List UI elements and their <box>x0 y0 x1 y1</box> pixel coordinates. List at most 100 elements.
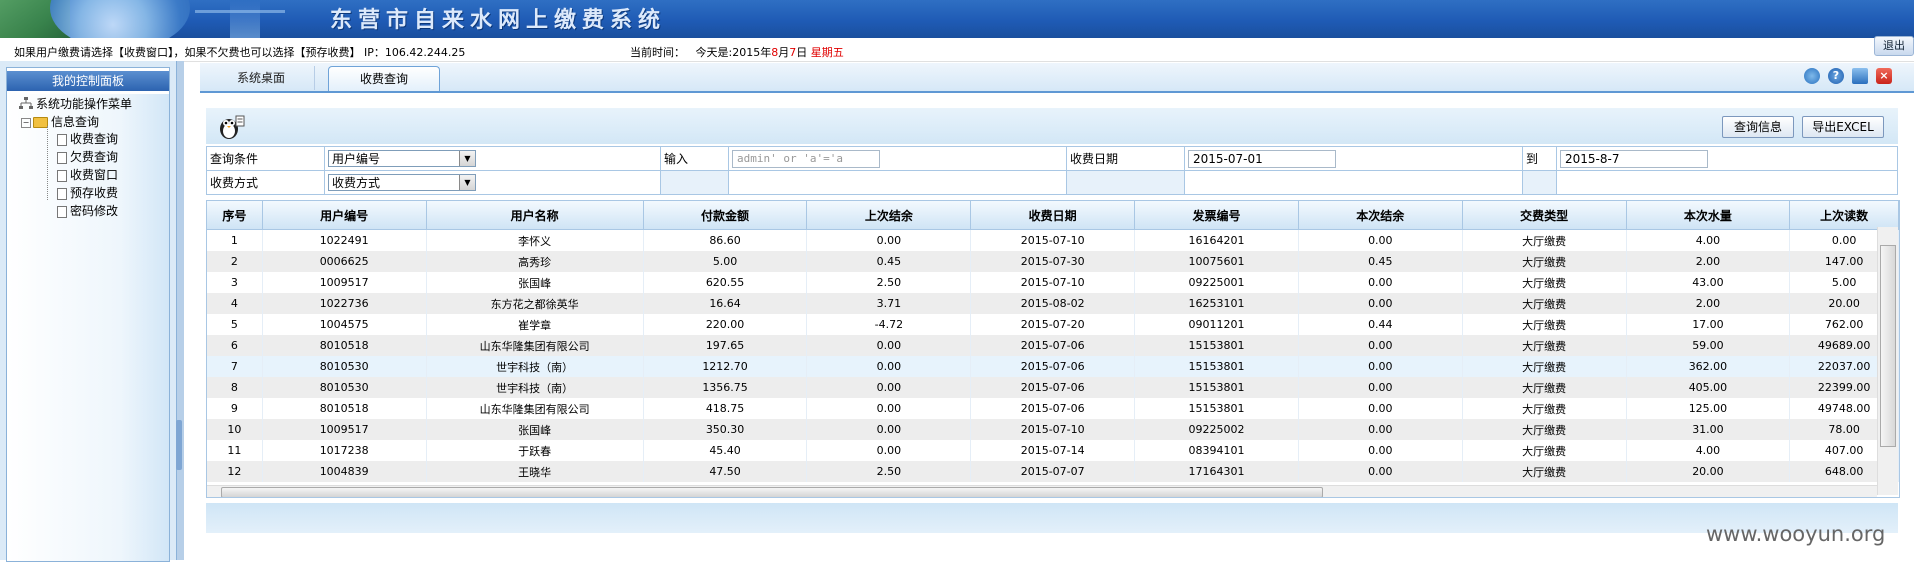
table-cell: 世宇科技（南） <box>426 377 644 398</box>
notice-text: 如果用户缴费请选择【收费窗口】，如果不欠费也可以选择【预存收费】 IP：106.… <box>14 46 466 59</box>
column-header[interactable]: 付款金额 <box>643 201 808 230</box>
collapse-icon[interactable]: − <box>21 117 31 128</box>
table-cell: 世宇科技（南） <box>426 356 644 377</box>
panel-splitter[interactable] <box>176 61 184 560</box>
table-cell: 0.00 <box>806 356 972 377</box>
column-header[interactable]: 本次水量 <box>1626 201 1791 230</box>
table-cell: 2015-07-10 <box>970 419 1136 440</box>
table-cell: 2015-07-10 <box>970 229 1136 251</box>
table-cell: 11 <box>207 440 263 461</box>
table-header-row: 序号 用户编号 用户名称 付款金额 上次结余 收费日期 发票编号 本次结余 交费类型 本次水量 上次… <box>207 201 1899 230</box>
table-row[interactable]: 8 8010530 世宇科技（南） 1356.75 0.00 2015-07-06 1515… <box>207 377 1899 398</box>
tab-system-desktop[interactable]: 系统桌面 <box>208 66 315 90</box>
menu-folder-info-query[interactable]: − 信息查询 <box>21 113 99 130</box>
sidebar-item-fee-window[interactable]: 收费窗口 <box>57 166 118 183</box>
table-cell: 45.40 <box>643 440 808 461</box>
method-label: 收费方式 <box>206 170 325 195</box>
to-label: 到 <box>1522 146 1557 171</box>
search-input[interactable]: admin' or 'a'='a <box>732 149 880 168</box>
chevron-down-icon[interactable]: ▼ <box>459 175 475 190</box>
sidebar-item-change-password[interactable]: 密码修改 <box>57 202 118 219</box>
table-cell: 17.00 <box>1626 314 1791 335</box>
tab-fee-query[interactable]: 收费查询 <box>328 66 440 91</box>
table-row[interactable]: 9 8010518 山东华隆集团有限公司 418.75 0.00 2015-07-06 15… <box>207 398 1899 419</box>
column-header[interactable]: 交费类型 <box>1462 201 1627 230</box>
column-header[interactable]: 本次结余 <box>1298 201 1463 230</box>
table-row[interactable]: 4 1022736 东方花之都徐英华 16.64 3.71 2015-08-02 16253… <box>207 293 1899 314</box>
table-row[interactable]: 6 8010518 山东华隆集团有限公司 197.65 0.00 2015-07-06 15… <box>207 335 1899 356</box>
table-cell: 1004575 <box>262 314 427 335</box>
scroll-thumb[interactable] <box>1880 245 1896 447</box>
table-row[interactable]: 12 1004839 王晓华 47.50 2.50 2015-07-07 17164301 0… <box>207 461 1899 482</box>
table-cell: 0.00 <box>1298 440 1463 461</box>
column-header[interactable]: 用户编号 <box>262 201 427 230</box>
table-cell: 大厅缴费 <box>1462 461 1627 482</box>
table-cell: 大厅缴费 <box>1462 229 1627 251</box>
sidebar-item-arrears-query[interactable]: 欠费查询 <box>57 148 118 165</box>
table-row[interactable]: 3 1009517 张国峰 620.55 2.50 2015-07-10 09225001 0… <box>207 272 1899 293</box>
document-icon <box>57 169 67 182</box>
vertical-scrollbar[interactable] <box>1877 227 1898 495</box>
table-cell: -4.72 <box>806 314 972 335</box>
column-header[interactable]: 序号 <box>207 201 263 230</box>
condition-select[interactable]: 用户编号 ▼ <box>328 150 476 167</box>
column-header[interactable]: 用户名称 <box>426 201 644 230</box>
table-row[interactable]: 11 1017238 于跃春 45.40 0.00 2015-07-14 08394101 0… <box>207 440 1899 461</box>
sidebar-item-prepaid-fee[interactable]: 预存收费 <box>57 184 118 201</box>
table-row[interactable]: 5 1004575 崔学章 220.00 -4.72 2015-07-20 09011201… <box>207 314 1899 335</box>
method-select[interactable]: 收费方式 ▼ <box>328 174 476 191</box>
logout-button[interactable]: 退出 <box>1874 36 1914 56</box>
table-cell: 197.65 <box>643 335 808 356</box>
table-row[interactable]: 7 8010530 世宇科技（南） 1212.70 0.00 2015-07-06 1515… <box>207 356 1899 377</box>
sidebar-item-label: 欠费查询 <box>70 150 119 164</box>
mascot-icon <box>216 112 246 140</box>
table-cell: 1004839 <box>262 461 427 482</box>
date-from-input[interactable]: 2015-07-01 <box>1188 149 1336 168</box>
table-row[interactable]: 1 1022491 李怀义 86.60 0.00 2015-07-10 16164201 0.… <box>207 229 1899 251</box>
column-header[interactable]: 发票编号 <box>1134 201 1299 230</box>
table-cell: 山东华隆集团有限公司 <box>426 335 644 356</box>
empty-cell <box>660 170 729 195</box>
horizontal-scrollbar[interactable] <box>207 485 1877 497</box>
table-cell: 8010530 <box>262 356 427 377</box>
column-header[interactable]: 上次结余 <box>806 201 972 230</box>
table-row[interactable]: 10 1009517 张国峰 350.30 0.00 2015-07-10 09225002… <box>207 419 1899 440</box>
table-row[interactable]: 2 0006625 高秀珍 5.00 0.45 2015-07-30 10075601 0.4… <box>207 251 1899 272</box>
table-cell: 20.00 <box>1626 461 1791 482</box>
folder-open-icon <box>33 117 48 128</box>
table-cell: 08394101 <box>1134 440 1299 461</box>
date-to-input[interactable]: 2015-8-7 <box>1560 149 1708 168</box>
empty-cell <box>728 170 1067 195</box>
condition-select-value: 用户编号 <box>332 152 381 166</box>
table-cell: 10075601 <box>1134 251 1299 272</box>
table-cell: 5.00 <box>643 251 808 272</box>
table-cell: 2015-07-07 <box>970 461 1136 482</box>
table-cell: 大厅缴费 <box>1462 335 1627 356</box>
table-cell: 2015-07-14 <box>970 440 1136 461</box>
scroll-thumb[interactable] <box>221 487 1323 497</box>
toolbar: 查询信息 导出EXCEL <box>206 108 1898 144</box>
column-header[interactable]: 上次读数 <box>1789 201 1899 230</box>
splitter-toggle-handle[interactable] <box>176 420 182 470</box>
menu-root[interactable]: 系统功能操作菜单 <box>19 95 132 112</box>
table-cell: 大厅缴费 <box>1462 356 1627 377</box>
maximize-icon[interactable] <box>1852 68 1868 84</box>
table-cell: 47.50 <box>643 461 808 482</box>
close-icon[interactable]: × <box>1876 68 1892 84</box>
query-button[interactable]: 查询信息 <box>1722 116 1794 138</box>
refresh-icon[interactable] <box>1804 68 1820 84</box>
results-grid: 序号 用户编号 用户名称 付款金额 上次结余 收费日期 发票编号 本次结余 交费类型 本次水量 上次… <box>206 200 1900 498</box>
sidebar-item-fee-query[interactable]: 收费查询 <box>57 130 118 147</box>
table-cell: 0.00 <box>1298 419 1463 440</box>
table-cell: 09225001 <box>1134 272 1299 293</box>
export-excel-button[interactable]: 导出EXCEL <box>1802 116 1884 138</box>
condition-label: 查询条件 <box>206 146 325 171</box>
table-cell: 16164201 <box>1134 229 1299 251</box>
chevron-down-icon[interactable]: ▼ <box>459 151 475 166</box>
table-cell: 2015-07-06 <box>970 377 1136 398</box>
column-header[interactable]: 收费日期 <box>970 201 1136 230</box>
table-cell: 0.00 <box>1298 272 1463 293</box>
today-label: 今天是:2015年 <box>695 46 772 59</box>
table-cell: 0.00 <box>806 377 972 398</box>
help-icon[interactable]: ? <box>1828 68 1844 84</box>
